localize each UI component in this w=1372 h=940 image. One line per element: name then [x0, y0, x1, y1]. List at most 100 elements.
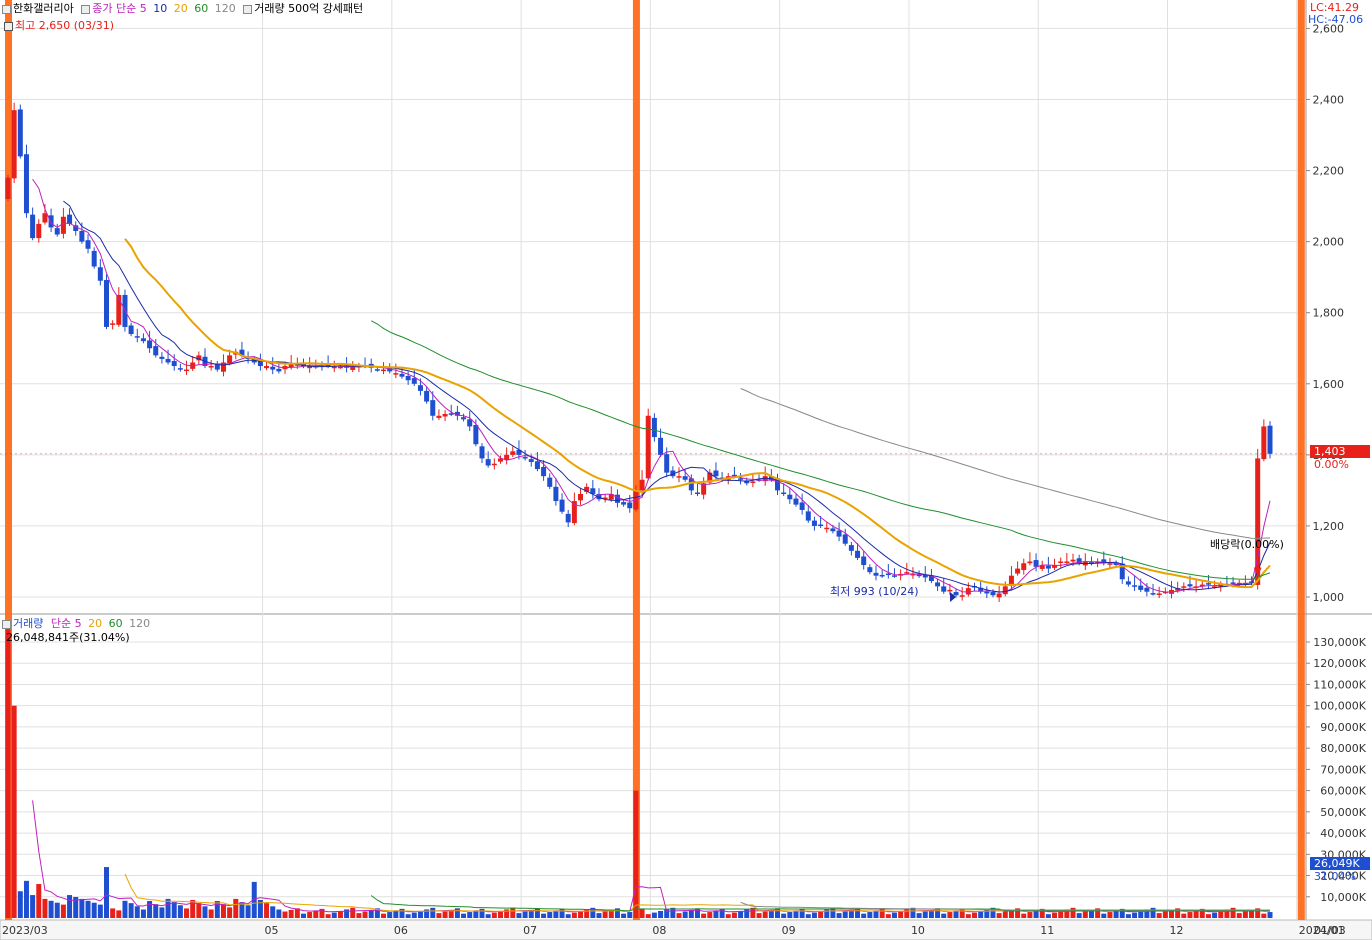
- candle-body[interactable]: [984, 591, 990, 594]
- volume-bar[interactable]: [898, 910, 904, 918]
- volume-bar[interactable]: [688, 909, 694, 918]
- candle-body[interactable]: [85, 240, 91, 249]
- volume-bar[interactable]: [313, 910, 319, 918]
- candle-body[interactable]: [873, 572, 879, 576]
- candle-body[interactable]: [738, 478, 744, 480]
- candle-body[interactable]: [479, 446, 485, 459]
- candle-body[interactable]: [1021, 563, 1027, 571]
- volume-bar[interactable]: [836, 913, 842, 918]
- candle-body[interactable]: [11, 110, 17, 179]
- volume-bar[interactable]: [122, 900, 128, 918]
- candle-body[interactable]: [67, 214, 73, 224]
- volume-bar[interactable]: [393, 910, 399, 918]
- candle-body[interactable]: [103, 280, 109, 327]
- volume-bar[interactable]: [300, 913, 306, 918]
- candle-body[interactable]: [91, 250, 97, 267]
- volume-bar[interactable]: [1082, 911, 1088, 918]
- candle-body[interactable]: [184, 369, 190, 372]
- candle-body[interactable]: [1156, 593, 1162, 595]
- volume-bar[interactable]: [79, 898, 85, 918]
- volume-bar[interactable]: [805, 914, 811, 918]
- volume-bar[interactable]: [184, 908, 190, 918]
- volume-bar[interactable]: [701, 913, 707, 918]
- volume-bar[interactable]: [97, 904, 103, 918]
- volume-bar[interactable]: [1058, 910, 1064, 918]
- candle-body[interactable]: [147, 340, 153, 349]
- volume-bar[interactable]: [1242, 911, 1248, 918]
- volume-bar[interactable]: [54, 902, 60, 918]
- volume-bar[interactable]: [818, 910, 824, 918]
- volume-bar[interactable]: [565, 914, 571, 918]
- candle-body[interactable]: [276, 368, 282, 372]
- volume-bar[interactable]: [103, 867, 109, 918]
- volume-bar[interactable]: [116, 910, 122, 918]
- volume-bar[interactable]: [23, 880, 29, 918]
- volume-bar[interactable]: [497, 910, 503, 918]
- volume-bar[interactable]: [756, 913, 762, 918]
- candle-body[interactable]: [79, 230, 85, 242]
- ma-settings-icon[interactable]: [81, 4, 91, 14]
- volume-bar[interactable]: [941, 913, 947, 918]
- candle-body[interactable]: [485, 459, 491, 466]
- candle-body[interactable]: [830, 528, 836, 532]
- candle-body[interactable]: [97, 267, 103, 281]
- volume-bar[interactable]: [430, 907, 436, 918]
- volume-bar[interactable]: [1267, 912, 1273, 918]
- volume-bar[interactable]: [356, 913, 362, 918]
- candle-body[interactable]: [140, 338, 146, 342]
- volume-bar[interactable]: [282, 911, 288, 918]
- candle-body[interactable]: [713, 470, 719, 477]
- volume-bar[interactable]: [245, 905, 251, 918]
- volume-bar[interactable]: [1076, 913, 1082, 918]
- volume-bar[interactable]: [153, 904, 159, 918]
- volume-bar[interactable]: [1205, 914, 1211, 918]
- volume-bar[interactable]: [972, 912, 978, 918]
- volume-bar[interactable]: [707, 912, 713, 918]
- volume-bar[interactable]: [658, 910, 664, 918]
- volume-bar[interactable]: [220, 904, 226, 918]
- volume-bar[interactable]: [516, 913, 522, 918]
- volume-bar[interactable]: [676, 913, 682, 918]
- candle-body[interactable]: [227, 355, 233, 364]
- volume-bar[interactable]: [602, 911, 608, 918]
- candle-body[interactable]: [578, 493, 584, 501]
- volume-bar[interactable]: [1156, 913, 1162, 918]
- candle-body[interactable]: [23, 154, 29, 214]
- volume-bar[interactable]: [1236, 913, 1242, 918]
- candle-body[interactable]: [510, 451, 516, 455]
- volume-bar[interactable]: [11, 705, 17, 918]
- volume-bar[interactable]: [861, 913, 867, 918]
- candle-body[interactable]: [153, 346, 159, 356]
- candle-body[interactable]: [264, 366, 270, 369]
- candle-body[interactable]: [374, 369, 380, 371]
- candle-body[interactable]: [793, 498, 799, 505]
- volume-bar[interactable]: [633, 790, 639, 918]
- volume-bar[interactable]: [325, 914, 331, 918]
- candle-body[interactable]: [891, 575, 897, 577]
- volume-bar[interactable]: [331, 912, 337, 918]
- candle-body[interactable]: [818, 524, 824, 527]
- volume-bar[interactable]: [165, 898, 171, 918]
- candle-body[interactable]: [651, 417, 657, 438]
- candle-body[interactable]: [935, 582, 941, 587]
- candle-body[interactable]: [1107, 563, 1113, 565]
- candle-body[interactable]: [1064, 561, 1070, 563]
- candle-body[interactable]: [1015, 568, 1021, 574]
- stock-chart[interactable]: 1,0001,2001,4001,6001,8002,0002,2002,400…: [0, 0, 1372, 940]
- volume-bar[interactable]: [227, 907, 233, 918]
- volume-bar[interactable]: [362, 911, 368, 918]
- candle-body[interactable]: [1205, 583, 1211, 585]
- candle-body[interactable]: [461, 417, 467, 420]
- candle-body[interactable]: [565, 513, 571, 523]
- candle-body[interactable]: [171, 361, 177, 367]
- volume-bar[interactable]: [1125, 914, 1131, 918]
- volume-bar[interactable]: [842, 911, 848, 918]
- volume-bar[interactable]: [1070, 907, 1076, 918]
- volume-bar[interactable]: [264, 903, 270, 918]
- volume-bar[interactable]: [1181, 913, 1187, 918]
- volume-bar[interactable]: [916, 913, 922, 918]
- candle-body[interactable]: [627, 502, 633, 509]
- candle-body[interactable]: [165, 358, 171, 363]
- volume-bar[interactable]: [85, 900, 91, 918]
- volume-bar[interactable]: [5, 629, 11, 918]
